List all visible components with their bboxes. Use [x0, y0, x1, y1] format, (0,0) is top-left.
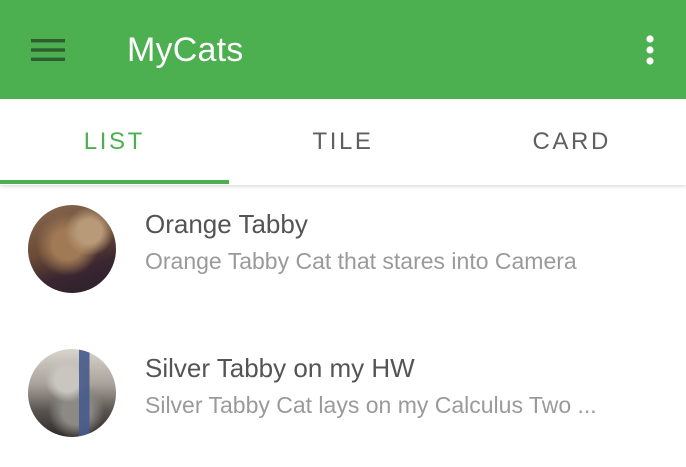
list-item[interactable]: Orange Tabby Orange Tabby Cat that stare… [0, 185, 686, 329]
avatar-silver-tabby [28, 349, 116, 437]
overflow-menu-button[interactable] [634, 32, 666, 72]
list-item[interactable]: Silver Tabby on my HW Silver Tabby Cat l… [0, 329, 686, 467]
app-title: MyCats [127, 31, 244, 69]
item-subtitle: Silver Tabby Cat lays on my Calculus Two… [145, 392, 597, 418]
hamburger-menu-icon [31, 38, 65, 62]
more-vertical-icon [645, 34, 655, 70]
tab-list[interactable]: LIST [0, 99, 229, 185]
item-title: Orange Tabby [145, 209, 308, 239]
item-title: Silver Tabby on my HW [145, 353, 415, 383]
cat-list: Orange Tabby Orange Tabby Cat that stare… [0, 185, 686, 467]
app-root: MyCats LIST TILE CARD Orange Tabby Orang… [0, 0, 686, 467]
item-subtitle: Orange Tabby Cat that stares into Camera [145, 248, 577, 274]
app-toolbar: MyCats [0, 0, 686, 99]
tab-card[interactable]: CARD [457, 99, 686, 185]
tab-tile[interactable]: TILE [229, 99, 458, 185]
tab-bar: LIST TILE CARD [0, 99, 686, 185]
menu-button[interactable] [28, 34, 68, 66]
avatar-orange-tabby [28, 205, 116, 293]
